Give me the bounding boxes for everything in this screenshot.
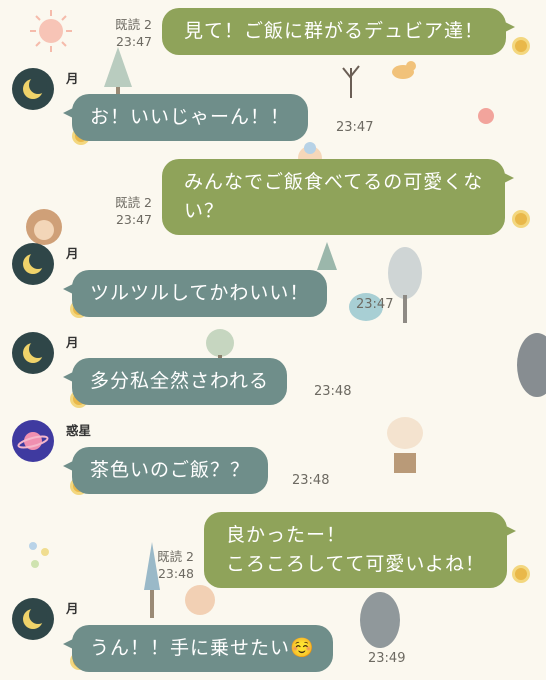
flower-icon xyxy=(515,568,527,580)
sender-name: 月 xyxy=(66,246,79,261)
message-time: 23:47 xyxy=(336,120,374,135)
sender-name: 月 xyxy=(66,71,79,86)
message-bubble-received[interactable]: うん！！手に乗せたい☺️ xyxy=(63,625,333,672)
message-bubble-sent[interactable]: 見て！ご飯に群がるデュビア達！ xyxy=(162,8,516,55)
moon-avatar[interactable] xyxy=(12,243,54,285)
read-receipt: 既読 2 23:47 xyxy=(115,17,152,49)
message-text: 多分私全然さわれる xyxy=(90,370,270,392)
dots-illustration xyxy=(29,542,49,568)
message-bubble-received[interactable]: お！いいじゃーん！！ xyxy=(63,94,309,141)
read-receipt: 既読 2 23:48 xyxy=(157,549,194,581)
message-bubble-received[interactable]: 多分私全然さわれる xyxy=(63,358,288,405)
message-bubble-sent[interactable]: みんなでご飯食べてるの可愛くな い？ xyxy=(162,159,515,235)
crescent-moon-icon xyxy=(23,340,47,363)
bird-illustration xyxy=(392,61,416,79)
message-text: 良かったー！ xyxy=(226,524,347,546)
message-bubble-received[interactable]: ツルツルしてかわいい！ xyxy=(63,270,328,317)
message-text: い？ xyxy=(184,200,225,222)
message-time: 23:49 xyxy=(368,651,406,666)
message-text: うん！！手に乗せたい☺️ xyxy=(90,637,315,659)
crescent-moon-icon xyxy=(23,606,47,629)
message-time: 23:47 xyxy=(356,297,394,312)
dog-character-illustration xyxy=(387,417,423,473)
planet-avatar[interactable] xyxy=(12,420,54,462)
tree-illustration xyxy=(104,47,132,99)
read-receipt: 既読 2 23:47 xyxy=(115,195,152,227)
flower-icon xyxy=(515,40,527,52)
sun-illustration xyxy=(30,10,72,52)
sprout-illustration xyxy=(342,65,360,98)
flower-icon xyxy=(515,213,527,225)
planet-icon xyxy=(17,432,49,450)
message-bubble-sent[interactable]: 良かったー！ ころころしてて可愛いよね！ xyxy=(204,512,517,588)
message-text: みんなでご飯食べてるの可愛くな xyxy=(184,171,484,193)
pink-flower-illustration xyxy=(478,108,494,124)
message-text: 見て！ご飯に群がるデュビア達！ xyxy=(184,20,485,42)
crescent-moon-icon xyxy=(23,251,47,274)
moon-avatar[interactable] xyxy=(12,598,54,640)
moon-avatar[interactable] xyxy=(12,332,54,374)
sender-name: 月 xyxy=(66,601,79,616)
message-text: お！いいじゃーん！！ xyxy=(90,106,291,128)
message-time: 23:48 xyxy=(314,384,352,399)
grey-bear-illustration xyxy=(360,592,400,648)
crescent-moon-icon xyxy=(23,76,47,99)
message-text: 茶色いのご飯？？ xyxy=(90,459,251,481)
moon-avatar[interactable] xyxy=(12,68,54,110)
message-text: ころころしてて可愛いよね！ xyxy=(226,553,486,575)
message-text: ツルツルしてかわいい！ xyxy=(90,282,310,304)
sender-name: 月 xyxy=(66,335,79,350)
grey-tree-illustration xyxy=(388,247,422,323)
sender-name: 惑星 xyxy=(66,423,92,438)
bear-illustration xyxy=(517,333,546,397)
message-time: 23:48 xyxy=(292,473,330,488)
message-bubble-received[interactable]: 茶色いのご飯？？ xyxy=(63,447,269,494)
